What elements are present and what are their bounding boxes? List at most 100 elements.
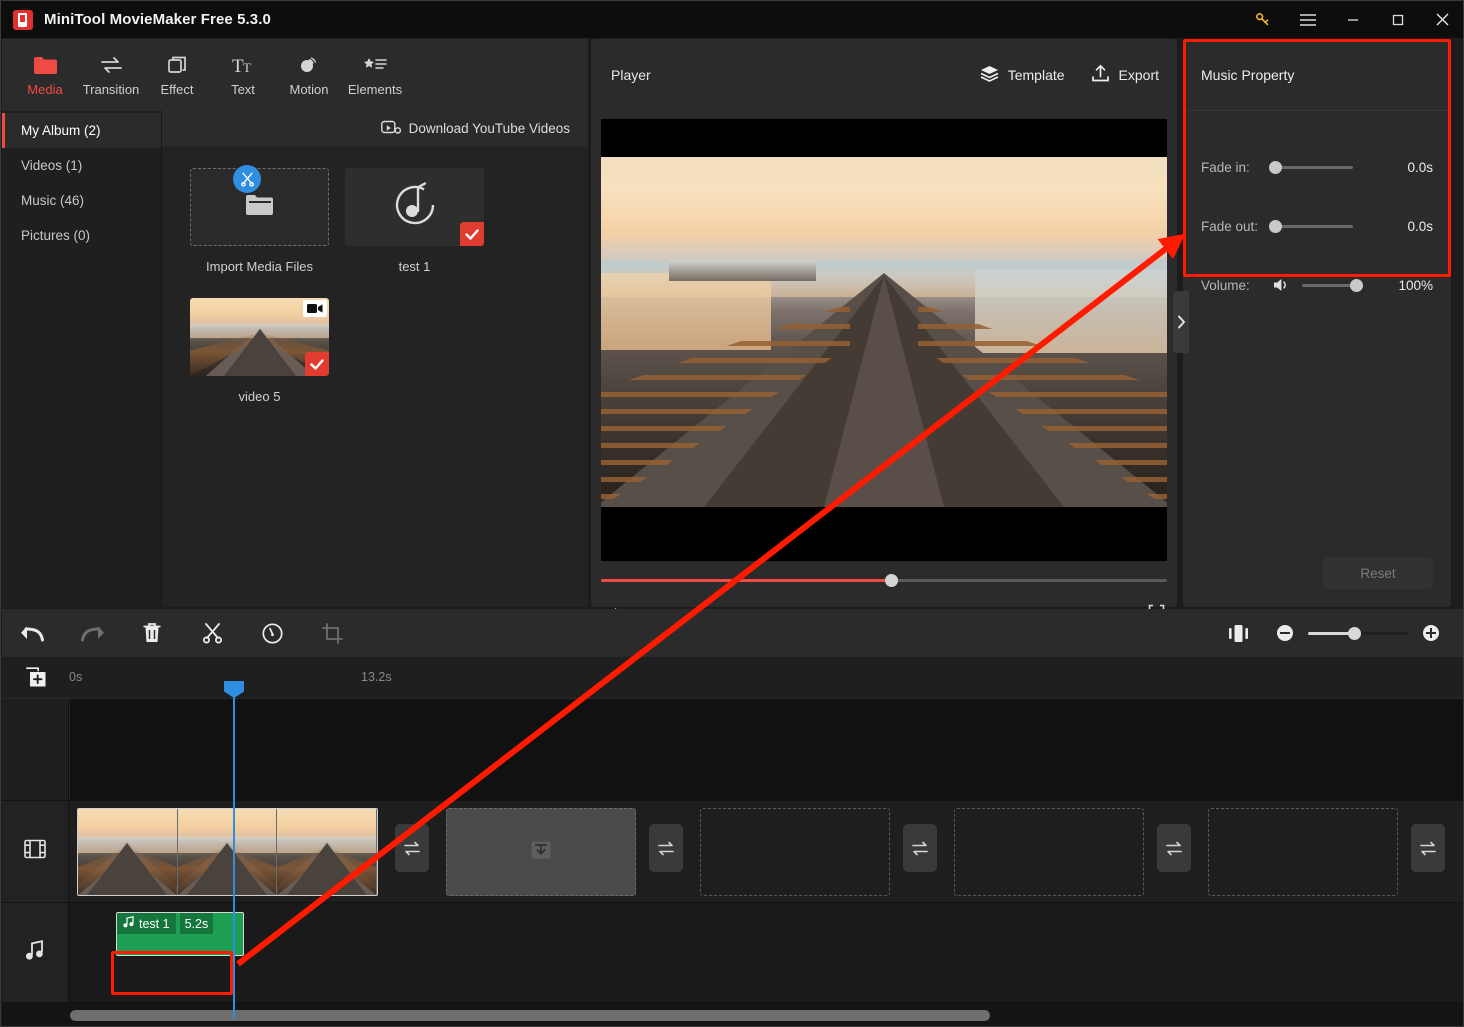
speaker-icon[interactable] xyxy=(1273,277,1291,293)
ribbon-tab-text[interactable]: T T Text xyxy=(210,39,276,111)
overlay-track-body[interactable] xyxy=(69,699,1463,801)
progress-track[interactable] xyxy=(601,579,1167,582)
edit-toolbar xyxy=(2,609,1463,657)
audio-track-header xyxy=(2,903,69,1003)
delete-button[interactable] xyxy=(122,609,182,657)
overlay-track[interactable] xyxy=(2,699,1463,801)
sidebar-item-pictures[interactable]: Pictures (0) xyxy=(2,218,161,253)
player-stage[interactable] xyxy=(601,119,1167,561)
empty-clip-slot[interactable] xyxy=(954,808,1144,896)
volume-handle[interactable] xyxy=(1350,278,1363,292)
sidebar-item-videos[interactable]: Videos (1) xyxy=(2,148,161,183)
ribbon-label-transition: Transition xyxy=(82,82,140,97)
youtube-download-icon[interactable] xyxy=(380,120,401,138)
zoom-out-icon[interactable] xyxy=(1268,609,1302,657)
audio-clip-test-1[interactable]: test 1 5.2s xyxy=(116,912,244,956)
media-item-video-5[interactable]: video 5 xyxy=(182,298,337,404)
speed-button[interactable] xyxy=(242,609,302,657)
player-panel: Player Template Export xyxy=(591,39,1177,623)
video-media-thumb[interactable] xyxy=(190,298,329,376)
music-note-icon xyxy=(25,939,45,966)
transition-add-button[interactable] xyxy=(395,824,429,872)
reset-button[interactable]: Reset xyxy=(1323,557,1433,589)
template-button[interactable]: Template xyxy=(980,65,1065,85)
fade-in-slider[interactable] xyxy=(1269,160,1353,174)
redo-button[interactable] xyxy=(62,609,122,657)
text-icon: T T xyxy=(231,53,256,75)
fade-out-handle[interactable] xyxy=(1269,219,1282,233)
fade-out-label: Fade out: xyxy=(1201,218,1259,234)
empty-clip-slot[interactable] xyxy=(1208,808,1398,896)
undo-button[interactable] xyxy=(2,609,62,657)
transition-add-button[interactable] xyxy=(1411,824,1445,872)
music-property-panel: Music Property Fade in: 0.0s Fade out: 0… xyxy=(1183,39,1451,607)
media-item-test-1[interactable]: test 1 xyxy=(337,168,492,274)
clip-frame xyxy=(78,809,178,895)
ribbon-label-elements: Elements xyxy=(347,82,403,97)
ruler-tick-start: 0s xyxy=(69,670,83,684)
hamburger-menu-icon[interactable] xyxy=(1285,1,1330,38)
window-title: MiniTool MovieMaker Free 5.3.0 xyxy=(44,11,271,28)
empty-clip-slot[interactable] xyxy=(446,808,636,896)
audio-clip-duration: 5.2s xyxy=(179,913,214,934)
fade-in-handle[interactable] xyxy=(1269,160,1282,174)
split-badge-button[interactable] xyxy=(233,165,261,193)
ribbon-tab-media[interactable]: Media xyxy=(12,39,78,111)
fade-in-row: Fade in: 0.0s xyxy=(1183,152,1451,182)
playhead[interactable] xyxy=(233,681,235,1019)
audio-media-thumb[interactable] xyxy=(345,168,484,246)
split-button[interactable] xyxy=(182,609,242,657)
volume-slider[interactable] xyxy=(1302,278,1363,292)
audio-track[interactable]: test 1 5.2s xyxy=(2,903,1463,1003)
media-content-area: Download YouTube Videos Import Media Fil… xyxy=(162,111,588,607)
video-track-body[interactable] xyxy=(69,801,1463,903)
sidebar-item-music[interactable]: Music (46) xyxy=(2,183,161,218)
transition-add-button[interactable] xyxy=(649,824,683,872)
music-note-circle-icon xyxy=(388,178,442,237)
zoom-handle[interactable] xyxy=(1348,626,1361,640)
ribbon-tab-effect[interactable]: Effect xyxy=(144,39,210,111)
progress-handle[interactable] xyxy=(885,574,898,587)
transition-add-button[interactable] xyxy=(903,824,937,872)
zoom-in-icon[interactable] xyxy=(1414,609,1448,657)
timeline-ruler[interactable]: 0s 13.2s xyxy=(2,657,1463,699)
transition-icon xyxy=(99,53,124,75)
audio-track-body[interactable]: test 1 5.2s xyxy=(69,903,1463,1003)
media-item-label: video 5 xyxy=(238,389,281,404)
svg-text:T: T xyxy=(243,60,251,75)
album-label: Pictures (0) xyxy=(21,228,91,243)
fade-out-value: 0.0s xyxy=(1407,218,1433,234)
playback-progress-bar[interactable] xyxy=(601,573,1167,589)
ribbon-tab-transition[interactable]: Transition xyxy=(78,39,144,111)
key-icon[interactable] xyxy=(1240,1,1285,38)
export-button[interactable]: Export xyxy=(1091,64,1159,86)
timeline-horizontal-scrollbar[interactable] xyxy=(70,1010,990,1021)
fade-in-label: Fade in: xyxy=(1201,159,1250,175)
media-selected-check[interactable] xyxy=(460,222,484,246)
audio-clip-header: test 1 5.2s xyxy=(117,913,243,934)
video-clip[interactable] xyxy=(77,808,378,896)
crop-button[interactable] xyxy=(302,609,362,657)
minimize-icon[interactable] xyxy=(1330,1,1375,38)
close-icon[interactable] xyxy=(1420,1,1463,38)
ribbon-tab-motion[interactable]: Motion xyxy=(276,39,342,111)
panel-collapse-toggle[interactable] xyxy=(1173,291,1189,353)
fade-out-slider[interactable] xyxy=(1269,219,1353,233)
maximize-icon[interactable] xyxy=(1375,1,1420,38)
transition-add-button[interactable] xyxy=(1157,824,1191,872)
video-camera-icon xyxy=(303,300,327,317)
empty-clip-slot[interactable] xyxy=(700,808,890,896)
sidebar-item-my-album[interactable]: My Album (2) xyxy=(2,113,161,148)
preview-video-frame xyxy=(601,157,1167,507)
music-property-title: Music Property xyxy=(1183,39,1451,111)
export-label: Export xyxy=(1118,67,1159,83)
media-selected-check[interactable] xyxy=(305,352,329,376)
timeline-zoom-slider[interactable] xyxy=(1308,626,1408,640)
video-track-header xyxy=(2,801,69,903)
video-track[interactable] xyxy=(2,801,1463,903)
fit-timeline-icon[interactable] xyxy=(1208,609,1268,657)
download-youtube-label[interactable]: Download YouTube Videos xyxy=(409,121,570,136)
add-media-icon[interactable] xyxy=(18,657,54,699)
ribbon-tab-elements[interactable]: Elements xyxy=(342,39,408,111)
progress-fill xyxy=(601,579,892,582)
